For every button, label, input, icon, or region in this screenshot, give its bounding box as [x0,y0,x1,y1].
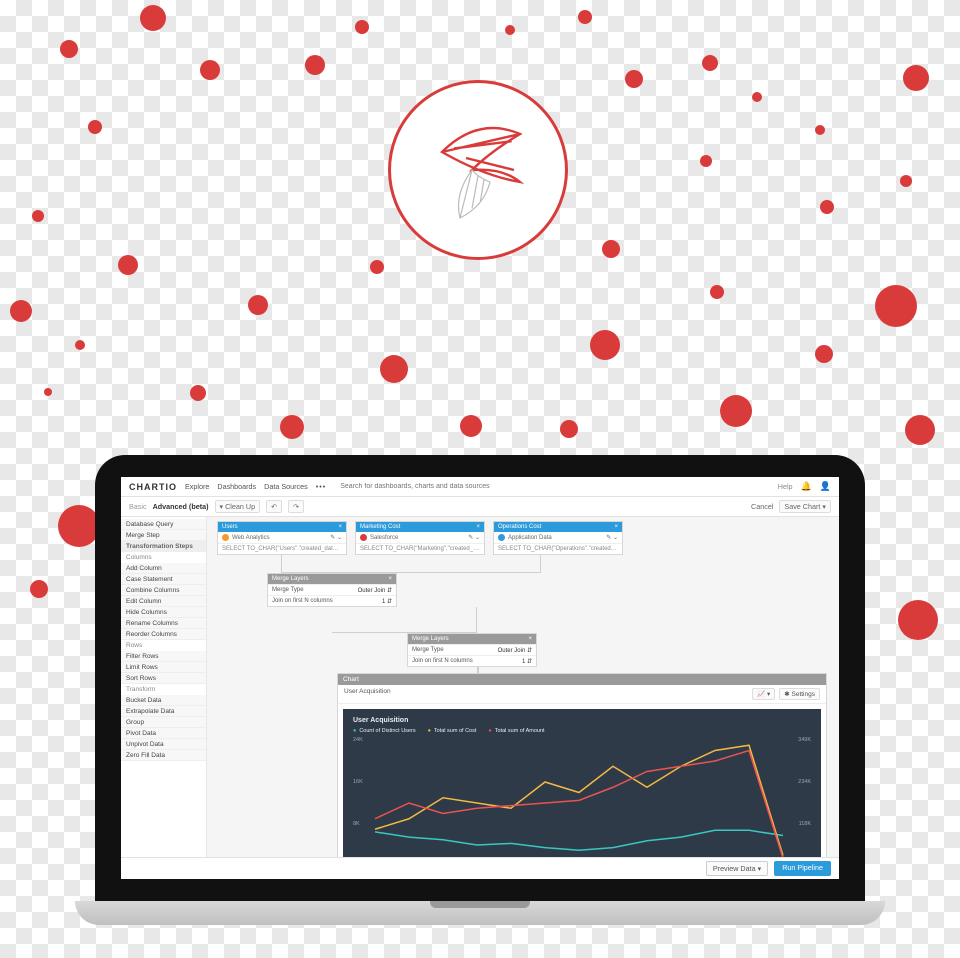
bell-icon[interactable]: 🔔 [801,481,812,492]
sidebar-group-columns: Columns [121,552,206,563]
sidebar-add-column[interactable]: Add Column [121,563,206,574]
nav-explore[interactable]: Explore [185,482,209,491]
sidebar-hide-columns[interactable]: Hide Columns [121,607,206,618]
sidebar-db-query[interactable]: Database Query [121,519,206,530]
footer-bar: Preview Data ▾ Run Pipeline [121,857,839,879]
cleanup-button[interactable]: ▾ Clean Up [215,500,261,513]
redo-button[interactable]: ↷ [288,500,304,513]
close-icon[interactable]: × [338,524,342,530]
source-icon [498,534,505,541]
sidebar-group-step[interactable]: Group [121,717,206,728]
sidebar-case-statement[interactable]: Case Statement [121,574,206,585]
undo-button[interactable]: ↶ [266,500,282,513]
nav-dashboards[interactable]: Dashboards [217,482,256,491]
merge-layers-1[interactable]: Merge Layers× Merge TypeOuter Join ⇵ Joi… [267,573,397,607]
sidebar-bucket-data[interactable]: Bucket Data [121,695,206,706]
sidebar-zero-fill-data[interactable]: Zero Fill Data [121,750,206,761]
app-screen: CHARTIO Explore Dashboards Data Sources … [121,477,839,879]
laptop-mockup: CHARTIO Explore Dashboards Data Sources … [95,455,865,925]
merge-layers-2[interactable]: Merge Layers× Merge TypeOuter Join ⇵ Joi… [407,633,537,667]
top-bar: CHARTIO Explore Dashboards Data Sources … [121,477,839,497]
sidebar-combine-columns[interactable]: Combine Columns [121,585,206,596]
sidebar-extrapolate-data[interactable]: Extrapolate Data [121,706,206,717]
sidebar-pivot-data[interactable]: Pivot Data [121,728,206,739]
mode-basic[interactable]: Basic [129,502,147,511]
nav-more-icon[interactable]: ••• [316,482,327,491]
chart-panel-header: Chart [338,674,826,685]
chart-subtitle: User Acquisition [344,688,391,700]
close-icon[interactable]: × [476,524,480,530]
legend-cost[interactable]: Total sum of Cost [428,728,477,734]
sidebar-reorder-columns[interactable]: Reorder Columns [121,629,206,640]
chart-settings-button[interactable]: ✱ Settings [779,688,820,700]
sidebar-filter-rows[interactable]: Filter Rows [121,651,206,662]
chart-type-button[interactable]: 📈 ▾ [752,688,775,700]
mode-toolbar: Basic Advanced (beta) ▾ Clean Up ↶ ↷ Can… [121,497,839,517]
card-users[interactable]: Users× Web Analytics✎ ⌄ SELECT TO_CHAR("… [217,521,347,555]
card-marketing[interactable]: Marketing Cost× Salesforce✎ ⌄ SELECT TO_… [355,521,485,555]
preview-data-button[interactable]: Preview Data ▾ [706,861,768,876]
cancel-button[interactable]: Cancel [751,502,773,511]
chart-plot: 08K16K24K2.77K118K234K349KSep 2016Nov 20… [353,738,811,857]
mode-advanced[interactable]: Advanced (beta) [153,502,209,511]
legend-users[interactable]: Count of Distinct Users [353,728,416,734]
sidebar-sort-rows[interactable]: Sort Rows [121,673,206,684]
card-operations[interactable]: Operations Cost× Application Data✎ ⌄ SEL… [493,521,623,555]
step-sidebar: Database Query Merge Step Transformation… [121,517,207,857]
sidebar-group-rows: Rows [121,640,206,651]
source-icon [360,534,367,541]
close-icon[interactable]: × [528,636,532,642]
source-icon [222,534,229,541]
chart-area: User Acquisition Count of Distinct Users… [343,709,821,857]
help-link[interactable]: Help [778,482,793,491]
sidebar-edit-column[interactable]: Edit Column [121,596,206,607]
pipeline-canvas[interactable]: Users× Web Analytics✎ ⌄ SELECT TO_CHAR("… [207,517,839,857]
run-pipeline-button[interactable]: Run Pipeline [774,861,831,876]
user-icon[interactable]: 👤 [820,481,831,492]
sidebar-section-steps: Transformation Steps [121,541,206,552]
sidebar-rename-columns[interactable]: Rename Columns [121,618,206,629]
close-icon[interactable]: × [388,576,392,582]
sidebar-unpivot-data[interactable]: Unpivot Data [121,739,206,750]
legend-amount[interactable]: Total sum of Amount [488,728,544,734]
sidebar-merge-step[interactable]: Merge Step [121,530,206,541]
search-input[interactable] [340,483,770,490]
sql-server-logo [388,80,568,260]
save-chart-button[interactable]: Save Chart ▾ [779,500,831,513]
brand: CHARTIO [129,482,177,492]
sidebar-group-transform: Transform [121,684,206,695]
sidebar-limit-rows[interactable]: Limit Rows [121,662,206,673]
close-icon[interactable]: × [614,524,618,530]
chart-title: User Acquisition [353,717,811,724]
nav-data-sources[interactable]: Data Sources [264,482,308,491]
top-nav: Explore Dashboards Data Sources ••• [185,482,326,491]
chart-panel: Chart User Acquisition 📈 ▾ ✱ Settings Us… [337,673,827,857]
